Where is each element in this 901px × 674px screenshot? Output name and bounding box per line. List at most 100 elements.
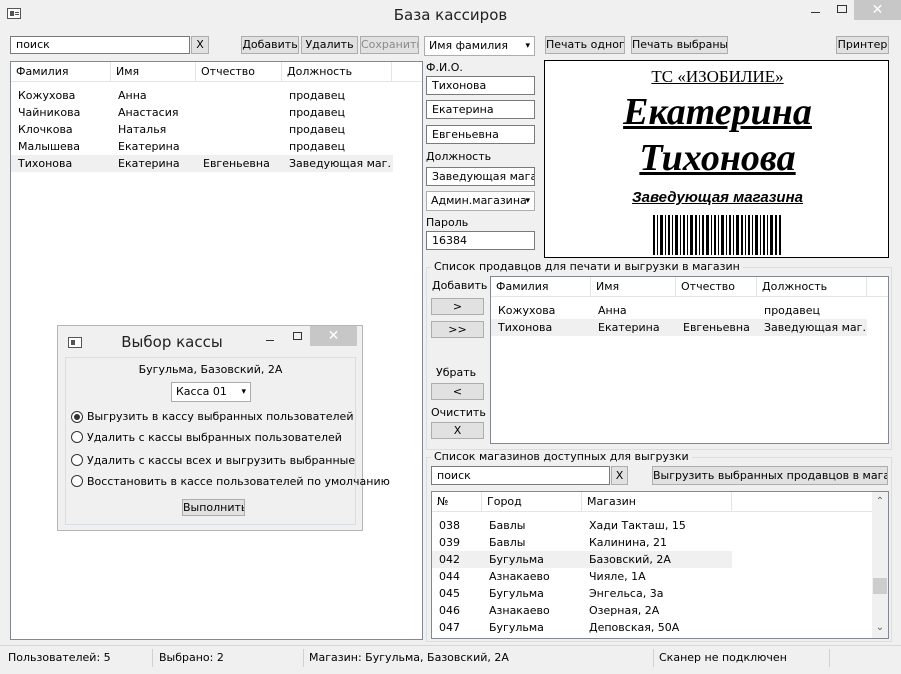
column-header-last-name[interactable]: Фамилия	[491, 277, 591, 297]
table-row[interactable]: Клочкова Наталья продавец	[11, 121, 393, 138]
column-header-last-name[interactable]: Фамилия	[11, 62, 111, 82]
status-separator	[152, 649, 153, 667]
position-field[interactable]: Заведующая магаз	[426, 167, 535, 186]
maximize-icon	[837, 5, 847, 13]
printer-button[interactable]: Принтер	[836, 36, 889, 54]
stores-table[interactable]: № Город Магазин 038 Бавлы Хади Такташ, 1…	[431, 491, 889, 639]
table-row-selected[interactable]: Тихонова Екатерина Евгеньевна Заведующая…	[11, 155, 393, 172]
chevron-down-icon: ▾	[525, 41, 530, 51]
radio-restore-default[interactable]	[71, 475, 83, 487]
dialog-maximize-button[interactable]	[292, 331, 304, 343]
scrollbar-thumb[interactable]	[873, 578, 887, 594]
table-row[interactable]: 046 Азнакаево Озерная, 2А	[432, 602, 732, 619]
add-one-seller-button[interactable]: >	[431, 298, 484, 315]
badge-last-name: Тихонова	[639, 137, 796, 179]
radio-delete-all-upload[interactable]	[71, 454, 83, 466]
column-header-patronymic[interactable]: Отчество	[676, 277, 757, 297]
column-header-first-name[interactable]: Имя	[591, 277, 676, 297]
table-row[interactable]: Малышева Екатерина продавец	[11, 138, 393, 155]
stores-scrollbar[interactable]: ⌃ ⌄	[872, 492, 888, 638]
table-row[interactable]: 039 Бавлы Калинина, 21	[432, 534, 732, 551]
clear-sellers-button[interactable]: X	[431, 422, 484, 439]
upload-to-store-button[interactable]: Выгрузить выбранных продавцов в магазин	[652, 466, 888, 485]
scroll-up-icon[interactable]: ⌃	[872, 494, 888, 510]
minimize-icon	[266, 340, 274, 341]
first-name-field[interactable]: Екатерина	[426, 100, 535, 119]
cell-number: 045	[439, 587, 460, 600]
role-dropdown[interactable]: Админ.магазина ▾	[426, 191, 535, 211]
sort-dropdown[interactable]: Имя фамилия ▾	[424, 36, 535, 56]
table-row[interactable]: 038 Бавлы Хади Такташ, 15	[432, 517, 732, 534]
cell-city: Бугульма	[489, 621, 544, 634]
column-header-store[interactable]: Магазин	[582, 492, 732, 512]
remove-seller-button[interactable]: <	[431, 383, 484, 400]
cell-city: Бавлы	[489, 519, 526, 532]
table-row[interactable]: Чайникова Анастасия продавец	[11, 104, 393, 121]
dialog-minimize-button[interactable]	[264, 331, 276, 343]
maximize-button[interactable]	[827, 0, 857, 20]
cell-number: 047	[439, 621, 460, 634]
radio-upload-selected[interactable]	[71, 411, 83, 423]
table-row[interactable]: Кожухова Анна продавец	[491, 302, 867, 319]
sellers-table[interactable]: Фамилия Имя Отчество Должность Кожухова …	[490, 276, 889, 444]
radio-upload-selected-label[interactable]: Выгрузить в кассу выбранных пользователе…	[87, 410, 353, 423]
column-header-patronymic[interactable]: Отчество	[196, 62, 282, 82]
delete-button[interactable]: Удалить	[301, 36, 358, 54]
dialog-store-label: Бугульма, Базовский, 2А	[138, 363, 283, 376]
print-one-button[interactable]: Печать одного	[545, 36, 625, 54]
stores-group-title: Список магазинов доступных для выгрузки	[431, 450, 692, 463]
badge-position: Заведующая магазина	[632, 189, 803, 206]
radio-delete-selected[interactable]	[71, 431, 83, 443]
cell-number: 044	[439, 570, 460, 583]
chevron-down-icon: ▾	[241, 387, 246, 397]
register-dropdown[interactable]: Касса 01 ▾	[171, 382, 251, 402]
password-field[interactable]: 16384	[426, 231, 535, 250]
cell-store: Энгельса, 3а	[589, 587, 664, 600]
sellers-clear-label: Очистить	[431, 406, 486, 419]
add-all-sellers-button[interactable]: >>	[431, 321, 484, 338]
window-title: База кассиров	[393, 6, 508, 24]
add-button[interactable]: Добавить	[241, 36, 299, 54]
last-name-field[interactable]: Тихонова	[426, 76, 535, 95]
search-input[interactable]: поиск	[10, 36, 190, 54]
table-row[interactable]: 044 Азнакаево Чияле, 1А	[432, 568, 732, 585]
close-icon: ✕	[327, 328, 340, 344]
column-header-position[interactable]: Должность	[282, 62, 392, 82]
cell-store: Озерная, 2А	[589, 604, 660, 617]
column-header-city[interactable]: Город	[482, 492, 582, 512]
dialog-close-button[interactable]: ✕	[310, 326, 357, 346]
save-button[interactable]: Сохранить	[360, 36, 419, 54]
close-button[interactable]: ✕	[854, 0, 901, 20]
cell-first-name: Анастасия	[118, 106, 179, 119]
minimize-icon	[810, 12, 820, 13]
dialog-content: Бугульма, Базовский, 2А Касса 01 ▾ Выгру…	[65, 357, 390, 525]
column-header-number[interactable]: №	[432, 492, 482, 512]
chevron-down-icon: ▾	[525, 196, 530, 206]
table-row[interactable]: Кожухова Анна продавец	[11, 87, 393, 104]
minimize-button[interactable]	[800, 0, 830, 20]
position-label: Должность	[426, 150, 492, 163]
store-search-input[interactable]: поиск	[431, 466, 610, 485]
execute-button[interactable]: Выполнить	[182, 499, 245, 516]
role-dropdown-value: Админ.магазина	[431, 194, 527, 207]
table-row[interactable]: 047 Бугульма Деповская, 50А	[432, 619, 732, 636]
radio-delete-all-upload-label[interactable]: Удалить с кассы всех и выгрузить выбранн…	[87, 454, 355, 467]
table-row[interactable]: 045 Бугульма Энгельса, 3а	[432, 585, 732, 602]
column-header-first-name[interactable]: Имя	[111, 62, 196, 82]
cell-last-name: Кожухова	[18, 89, 76, 102]
radio-delete-selected-label[interactable]: Удалить с кассы выбранных пользователей	[87, 431, 342, 444]
status-scanner: Сканер не подключен	[659, 651, 787, 664]
table-row-selected[interactable]: 042 Бугульма Базовский, 2А	[432, 551, 732, 568]
column-header-position[interactable]: Должность	[757, 277, 867, 297]
table-row-selected[interactable]: Тихонова Екатерина Евгеньевна Заведующая…	[491, 319, 867, 336]
radio-restore-default-label[interactable]: Восстановить в кассе пользователей по ум…	[87, 475, 390, 488]
clear-search-button[interactable]: X	[191, 36, 209, 54]
scroll-down-icon[interactable]: ⌄	[872, 620, 888, 636]
cell-store: Деповская, 50А	[589, 621, 680, 634]
cell-patronymic	[678, 302, 757, 319]
print-selected-button[interactable]: Печать выбраных	[631, 36, 728, 54]
clear-store-search-button[interactable]: X	[611, 466, 628, 485]
cell-last-name: Кожухова	[498, 304, 556, 317]
patronymic-field[interactable]: Евгеньевна	[426, 125, 535, 144]
cell-position: продавец	[289, 140, 345, 153]
